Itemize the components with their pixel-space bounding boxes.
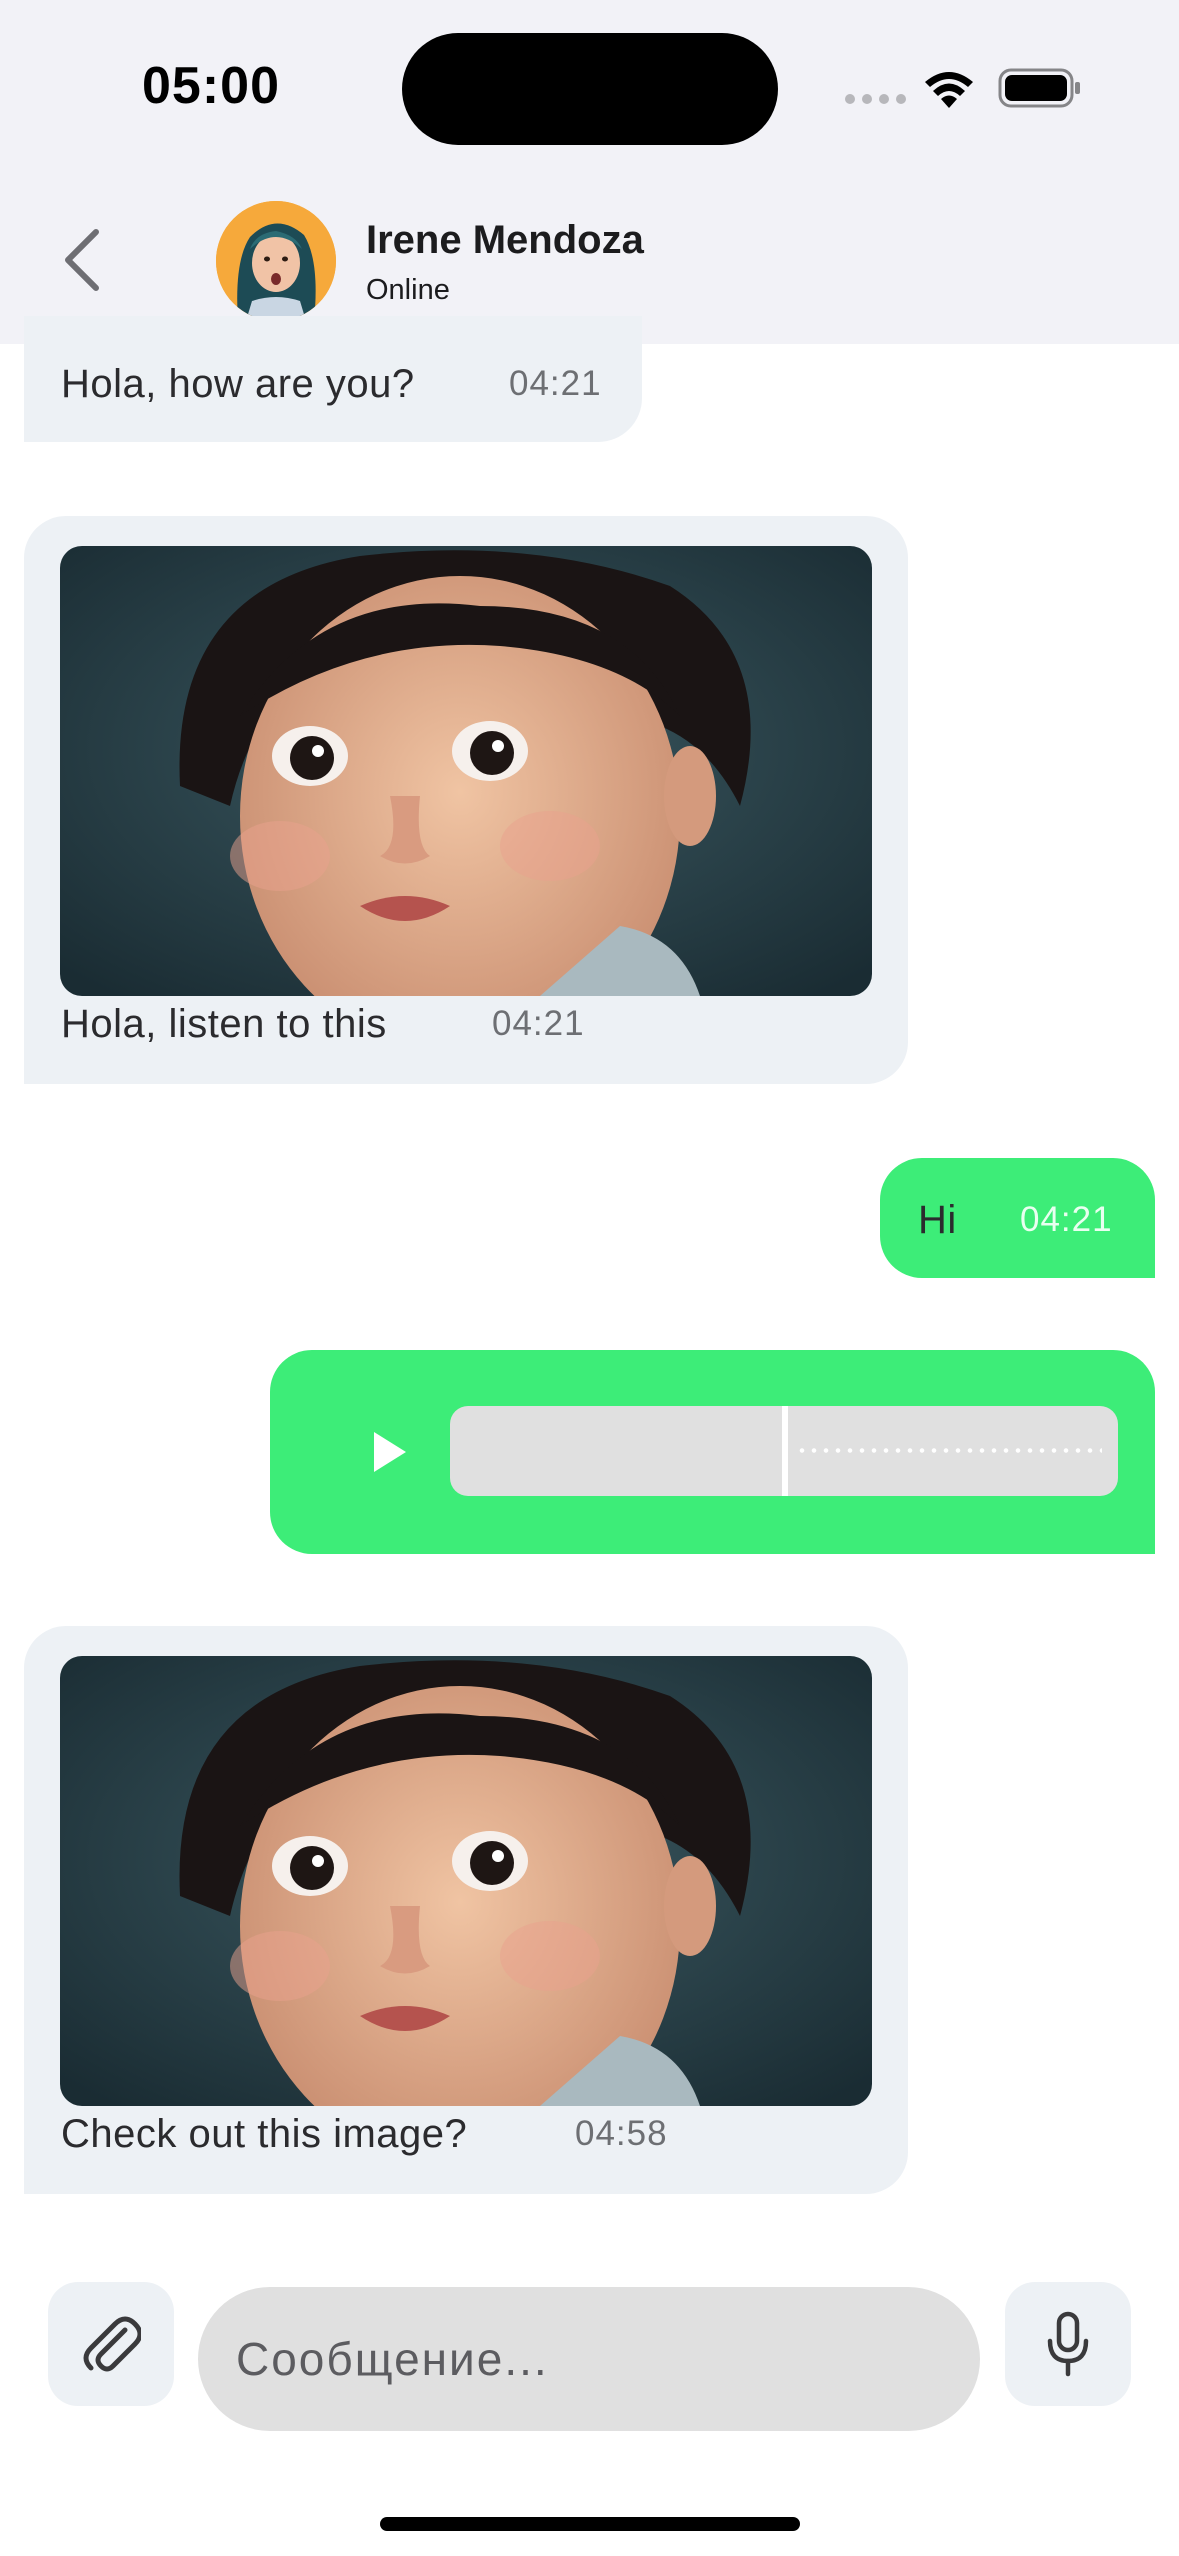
avatar-image [216, 201, 336, 321]
incoming-image-message[interactable]: Check out this image? 04:58 [24, 1626, 908, 2194]
contact-name: Irene Mendoza [366, 218, 644, 262]
audio-waveform-track[interactable] [450, 1406, 1118, 1496]
cellular-signal-icon [845, 94, 906, 104]
play-button[interactable] [358, 1420, 422, 1484]
home-indicator[interactable] [380, 2517, 800, 2531]
image-caption: Check out this image? [61, 2112, 468, 2156]
avatar[interactable] [216, 201, 336, 321]
play-icon [374, 1432, 406, 1472]
attach-button[interactable] [48, 2282, 174, 2406]
outgoing-message[interactable]: Hi 04:21 [880, 1158, 1155, 1278]
message-image[interactable] [60, 546, 872, 996]
dynamic-island [402, 33, 778, 145]
message-time: 04:21 [509, 364, 602, 403]
outgoing-voice-message[interactable] [270, 1350, 1155, 1554]
child-portrait-image [60, 1656, 872, 2106]
back-button[interactable] [52, 220, 112, 300]
message-text: Hi [918, 1198, 957, 1242]
microphone-icon [1047, 2311, 1089, 2377]
message-input[interactable] [198, 2287, 980, 2431]
contact-status: Online [366, 274, 450, 306]
message-image[interactable] [60, 1656, 872, 2106]
status-time: 05:00 [142, 57, 280, 115]
message-time: 04:58 [575, 2114, 668, 2153]
message-time: 04:21 [492, 1004, 585, 1043]
incoming-image-message[interactable]: Hola, listen to this 04:21 [24, 516, 908, 1084]
battery-icon [998, 68, 1080, 108]
wifi-icon [925, 72, 973, 108]
child-portrait-image [60, 546, 872, 996]
chevron-left-icon [65, 229, 99, 291]
message-time: 04:21 [1020, 1200, 1113, 1239]
incoming-message[interactable]: Hola, how are you? 04:21 [24, 316, 642, 442]
audio-remaining-dots [796, 1448, 1102, 1453]
microphone-button[interactable] [1005, 2282, 1131, 2406]
paperclip-icon [83, 2316, 141, 2372]
message-text: Hola, how are you? [61, 362, 415, 406]
audio-playhead[interactable] [782, 1406, 788, 1496]
image-caption: Hola, listen to this [61, 1002, 387, 1046]
chat-header: 05:00 Irene Mendoza Online [0, 0, 1179, 344]
